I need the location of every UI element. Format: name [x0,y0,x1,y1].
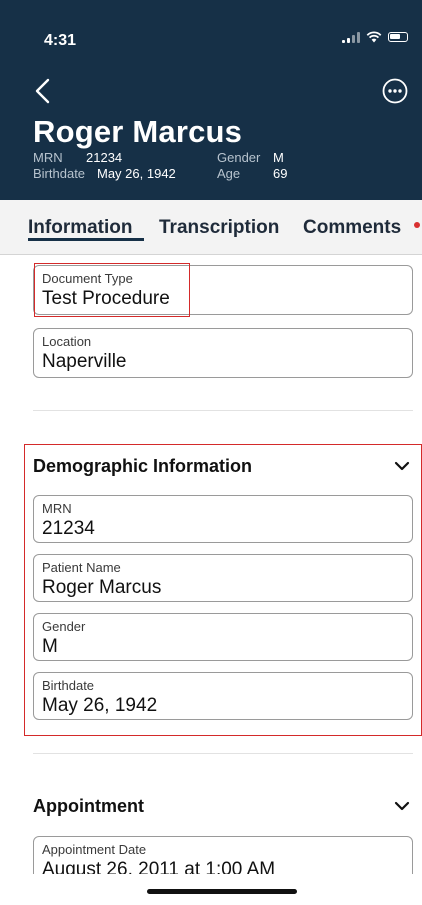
field-label: Location [42,334,92,349]
mrn-value: 21234 [86,150,123,165]
tab-information[interactable]: Information [28,217,133,239]
field-label: MRN [42,501,72,516]
gender-value: M [273,150,284,165]
field-value: 21234 [42,518,95,539]
field-value: Test Procedure [42,288,170,309]
back-chevron-icon[interactable] [30,76,56,106]
birthdate-value: May 26, 1942 [97,166,176,181]
signal-icon [342,31,360,43]
patient-name-field[interactable]: Patient Name Roger Marcus [33,554,413,602]
gender-label: Gender [217,150,261,165]
comments-badge [414,222,420,228]
field-label: Document Type [42,271,133,286]
birthdate-label: Birthdate [33,166,86,181]
chevron-down-icon[interactable] [394,801,410,811]
field-value: M [42,636,58,657]
gender-field[interactable]: Gender M [33,613,413,661]
field-value: Naperville [42,351,127,372]
demographic-section-title[interactable]: Demographic Information [33,456,252,477]
selected-tab-indicator [28,238,144,241]
tab-transcription[interactable]: Transcription [159,217,279,239]
status-time: 4:31 [44,32,77,49]
field-label: Gender [42,619,86,634]
field-label: Patient Name [42,560,121,575]
more-options-icon[interactable] [382,78,408,104]
birthdate-field[interactable]: Birthdate May 26, 1942 [33,672,413,720]
age-label: Age [217,166,241,181]
field-label: Birthdate [42,678,95,693]
tab-comments[interactable]: Comments [303,217,401,239]
mrn-field[interactable]: MRN 21234 [33,495,413,543]
divider [33,410,413,411]
location-field[interactable]: Location Naperville [33,328,413,378]
field-value: May 26, 1942 [42,695,158,716]
status-icons [342,31,408,43]
patient-header: 4:31 Roger Marcus MRN 21234 Gender M Bir… [0,0,422,200]
field-label: Appointment Date [42,842,147,857]
divider [33,753,413,754]
patient-name: Roger Marcus [33,114,243,149]
wifi-icon [366,31,382,43]
battery-icon [388,32,408,42]
age-value: 69 [273,166,288,181]
document-type-field[interactable]: Document Type Test Procedure [33,265,413,315]
tab-bar: Information Transcription Comments [0,200,422,255]
chevron-down-icon[interactable] [394,461,410,471]
appointment-section-title[interactable]: Appointment [33,796,144,817]
home-indicator[interactable] [147,889,297,894]
mrn-label: MRN [33,150,63,165]
field-value: Roger Marcus [42,577,162,598]
